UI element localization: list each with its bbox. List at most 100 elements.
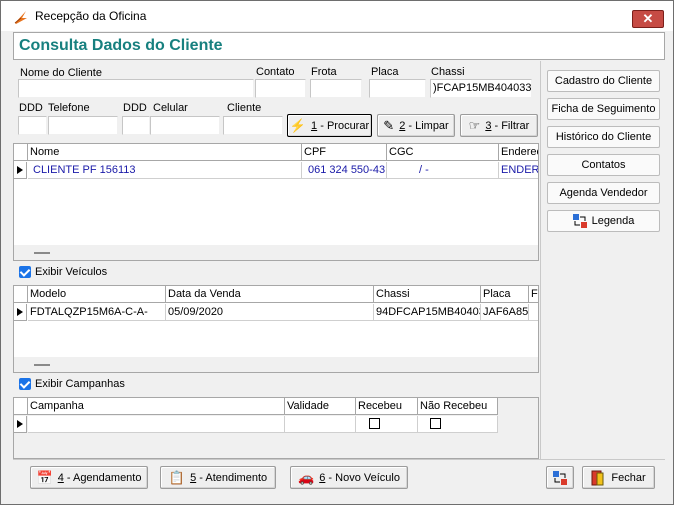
splitter-handle[interactable]	[34, 252, 50, 254]
col-header-nome[interactable]: Nome	[28, 144, 302, 161]
table-row-cell-validade[interactable]	[285, 416, 356, 433]
procurar-button[interactable]: ⚡ 1 - Procurar	[287, 114, 372, 137]
col-header-placa[interactable]: Placa	[481, 286, 529, 303]
col-header-cgc[interactable]: CGC	[387, 144, 499, 161]
placa-input[interactable]	[369, 79, 426, 98]
nome-cliente-input[interactable]	[18, 79, 254, 98]
exibir-campanhas-checkbox[interactable]	[19, 378, 31, 390]
close-window-button[interactable]: ✕	[632, 10, 664, 28]
row-indicator	[14, 304, 27, 321]
exit-door-icon	[591, 470, 604, 485]
row-indicator	[14, 162, 27, 179]
celular-input[interactable]	[150, 116, 220, 135]
filtrar-text: - Filtrar	[491, 119, 530, 132]
agendamento-button[interactable]: 📅 4 - Agendamento	[30, 466, 148, 489]
historico-cliente-button[interactable]: Histórico do Cliente	[547, 126, 660, 148]
col-header-chassi[interactable]: Chassi	[374, 286, 481, 303]
table-row-cell-cgc[interactable]: / -	[387, 162, 499, 179]
novo-veiculo-text: - Novo Veículo	[325, 471, 400, 484]
legenda-button[interactable]: Legenda	[547, 210, 660, 232]
window-title: Recepção da Oficina	[35, 9, 147, 23]
limpar-button[interactable]: ✎ 2 - Limpar	[377, 114, 455, 137]
telefone-label: Telefone	[48, 102, 90, 114]
exibir-veiculos-label: Exibir Veículos	[35, 266, 108, 278]
telefone-input[interactable]	[48, 116, 118, 135]
clipboard-icon: 📋	[168, 470, 186, 485]
row-indicator	[14, 416, 27, 433]
ddd-input[interactable]	[18, 116, 47, 135]
title-bar: Recepção da Oficina ✕	[1, 1, 673, 31]
close-icon: ✕	[642, 11, 654, 26]
row-pointer-icon	[17, 420, 23, 428]
page-title: Consulta Dados do Cliente	[19, 37, 223, 54]
recebeu-checkbox[interactable]	[369, 418, 380, 429]
contato-input[interactable]	[255, 79, 306, 98]
cliente-input[interactable]	[223, 116, 283, 135]
nao-recebeu-checkbox[interactable]	[430, 418, 441, 429]
atendimento-label: 5 - Atendimento	[190, 472, 267, 484]
table-row-cell-frota[interactable]	[529, 304, 538, 321]
legenda-label: Legenda	[591, 215, 635, 227]
procurar-label: 1 - Procurar	[311, 120, 369, 132]
table-row-cell-placa[interactable]: JAF6A85	[481, 304, 529, 321]
fechar-label: Fechar	[611, 471, 646, 484]
table-row-cell-campanha[interactable]	[28, 416, 285, 433]
grid-corner	[14, 398, 28, 415]
clients-grid[interactable]: Nome CPF CGC Endereço CLIENTE PF 156113 …	[13, 143, 539, 261]
exibir-veiculos-checkbox[interactable]	[19, 266, 31, 278]
cadastro-cliente-button[interactable]: Cadastro do Cliente	[547, 70, 660, 92]
chassi-label: Chassi	[431, 66, 465, 78]
ddd-label: DDD	[19, 102, 43, 114]
vehicles-grid[interactable]: Modelo Data da Venda Chassi Placa Frot F…	[13, 285, 539, 373]
page-header: Consulta Dados do Cliente	[13, 32, 665, 60]
table-row-cell-modelo[interactable]: FDTALQZP15M6A-C-A-	[28, 304, 166, 321]
col-header-validade[interactable]: Validade	[285, 398, 356, 415]
table-row-cell-nome[interactable]: CLIENTE PF 156113	[28, 162, 302, 179]
splitter-handle[interactable]	[34, 364, 50, 366]
atendimento-button[interactable]: 📋 5 - Atendimento	[160, 466, 276, 489]
table-row-cell-endereco[interactable]: ENDEREÇ	[499, 162, 538, 179]
novo-veiculo-label: 6 - Novo Veículo	[319, 472, 400, 484]
cliente-label: Cliente	[227, 102, 262, 114]
eraser-icon: ✎	[383, 118, 395, 133]
car-icon: 🚗	[298, 470, 315, 485]
col-header-cpf[interactable]: CPF	[302, 144, 387, 161]
col-header-data-venda[interactable]: Data da Venda	[166, 286, 374, 303]
agenda-vendedor-button[interactable]: Agenda Vendedor	[547, 182, 660, 204]
limpar-text: - Limpar	[405, 119, 449, 132]
filter-icon: ☞	[468, 118, 481, 133]
table-row-cell-chassi[interactable]: 94DFCAP15MB404033	[374, 304, 481, 321]
contatos-button[interactable]: Contatos	[547, 154, 660, 176]
procurar-text: - Procurar	[317, 119, 370, 132]
col-header-endereco[interactable]: Endereço	[499, 144, 538, 161]
legend-toggle-button[interactable]	[546, 466, 574, 489]
chassi-input[interactable]: )FCAP15MB404033	[430, 79, 532, 98]
table-row-cell-cpf[interactable]: 061 324 550-43	[302, 162, 387, 179]
filtrar-button[interactable]: ☞ 3 - Filtrar	[460, 114, 538, 137]
frota-input[interactable]	[310, 79, 362, 98]
col-header-recebeu[interactable]: Recebeu	[356, 398, 418, 415]
atendimento-text: - Atendimento	[196, 471, 268, 484]
nome-cliente-label: Nome do Cliente	[20, 67, 102, 79]
col-header-campanha[interactable]: Campanha	[28, 398, 285, 415]
limpar-label: 2 - Limpar	[399, 120, 449, 132]
table-row-cell-recebeu[interactable]	[356, 416, 418, 433]
exibir-campanhas-label: Exibir Campanhas	[35, 378, 125, 390]
agendamento-text: - Agendamento	[63, 471, 142, 484]
ddd-celular-input[interactable]	[122, 116, 150, 135]
grid-corner	[14, 144, 28, 161]
campaigns-grid[interactable]: Campanha Validade Recebeu Não Recebeu	[13, 397, 539, 459]
col-header-frota[interactable]: Frot	[529, 286, 538, 303]
table-row-cell-nao-recebeu[interactable]	[418, 416, 498, 433]
fechar-button[interactable]: Fechar	[582, 466, 655, 489]
ficha-seguimento-button[interactable]: Ficha de Seguimento	[547, 98, 660, 120]
novo-veiculo-button[interactable]: 🚗 6 - Novo Veículo	[290, 466, 408, 489]
frota-label: Frota	[311, 66, 337, 78]
lightning-icon: ⚡	[289, 118, 307, 133]
col-header-modelo[interactable]: Modelo	[28, 286, 166, 303]
table-row-cell-data-venda[interactable]: 05/09/2020	[166, 304, 374, 321]
col-header-nao-recebeu[interactable]: Não Recebeu	[418, 398, 498, 415]
orange-arrow-icon	[14, 11, 27, 24]
ddd-celular-label: DDD	[123, 102, 147, 114]
actions-sidebar: Cadastro do Cliente Ficha de Seguimento …	[540, 61, 666, 459]
